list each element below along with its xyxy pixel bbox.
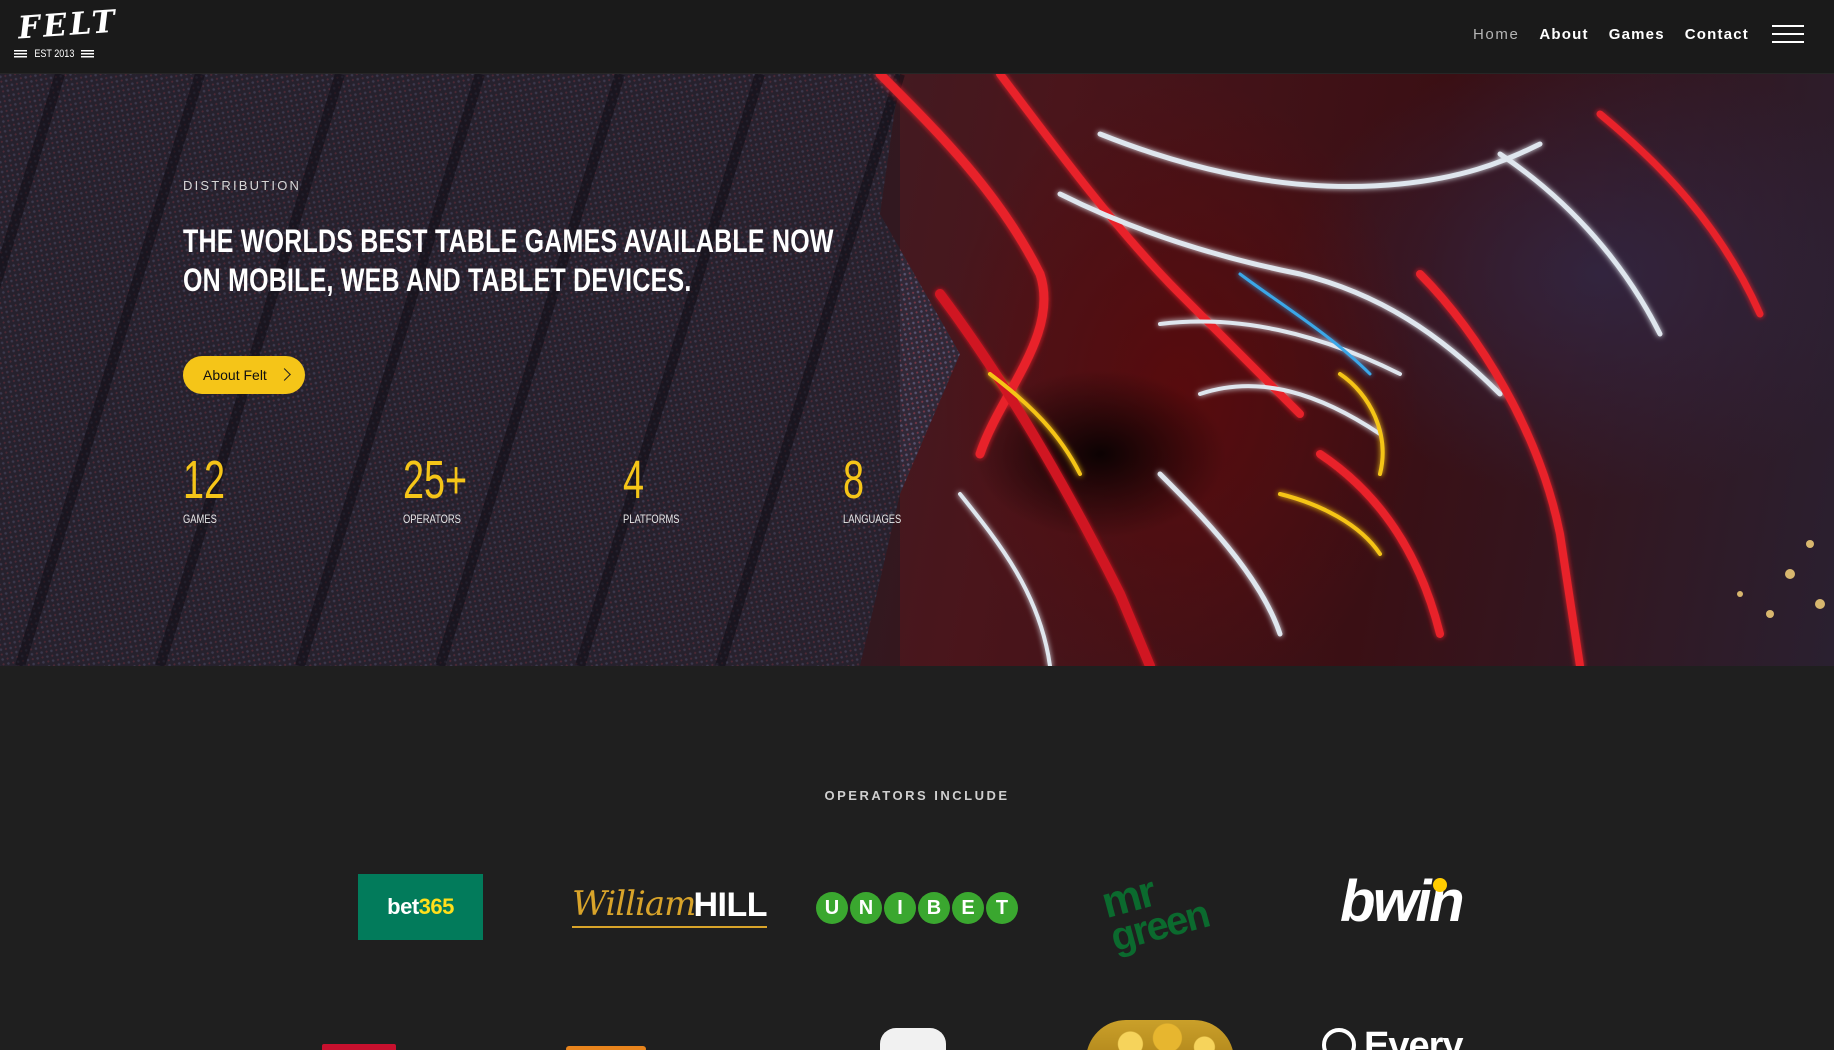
site-header: FELT EST 2013 Home About Games Contact bbox=[0, 0, 1834, 74]
chevron-right-icon bbox=[278, 368, 291, 381]
nav-about[interactable]: About bbox=[1539, 25, 1588, 45]
logo-est-line: EST 2013 bbox=[14, 47, 94, 61]
logo-wordmark: FELT bbox=[16, 3, 120, 47]
william-hill-block: HILL bbox=[693, 886, 767, 924]
felt-logo[interactable]: FELT EST 2013 bbox=[14, 3, 120, 66]
hero-headline: THE WORLDS BEST TABLE GAMES AVAILABLE NO… bbox=[183, 223, 834, 298]
every-logo-mark bbox=[1322, 1028, 1356, 1050]
hamburger-line bbox=[1772, 41, 1804, 43]
operator-logo-partial bbox=[1086, 1016, 1236, 1050]
mr-green-logo: mr green bbox=[1096, 858, 1236, 960]
bet365-text-bet: bet bbox=[387, 894, 419, 919]
logo-bars-right bbox=[81, 50, 94, 58]
unibet-letter: B bbox=[918, 892, 950, 924]
section-kicker: DISTRIBUTION bbox=[183, 178, 302, 193]
logo-est-text: EST 2013 bbox=[34, 48, 74, 60]
stat-label: GAMES bbox=[183, 512, 217, 526]
stat-operators: 25+ OPERATORS bbox=[403, 452, 583, 526]
operator-logo-partial bbox=[880, 1016, 948, 1050]
stat-value: 8 bbox=[843, 450, 865, 510]
every-logo-text: Every bbox=[1364, 1025, 1464, 1050]
operator-logo-partial bbox=[566, 1016, 652, 1050]
stat-value: 25+ bbox=[403, 450, 468, 510]
nav-home[interactable]: Home bbox=[1473, 25, 1519, 45]
william-hill-underline bbox=[572, 926, 767, 928]
stat-label: LANGUAGES bbox=[843, 512, 902, 526]
unibet-letter: N bbox=[850, 892, 882, 924]
nav-games[interactable]: Games bbox=[1609, 25, 1665, 45]
nav-contact[interactable]: Contact bbox=[1685, 25, 1749, 45]
bet365-text-365: 365 bbox=[418, 894, 455, 919]
stat-value: 4 bbox=[623, 450, 645, 510]
unibet-letter: U bbox=[816, 892, 848, 924]
stat-value: 12 bbox=[183, 450, 226, 510]
hamburger-icon[interactable] bbox=[1772, 24, 1804, 44]
stat-games: 12 GAMES bbox=[183, 452, 363, 526]
every-logo: Every bbox=[1318, 1016, 1498, 1050]
hamburger-line bbox=[1772, 33, 1804, 35]
hero-content: DISTRIBUTION THE WORLDS BEST TABLE GAMES… bbox=[183, 74, 903, 666]
bet365-logo: bet365 bbox=[358, 874, 483, 940]
unibet-logo: U N I B E T bbox=[816, 892, 1018, 926]
stat-languages: 8 LANGUAGES bbox=[843, 452, 1023, 526]
stat-label: PLATFORMS bbox=[623, 512, 680, 526]
unibet-letter: E bbox=[952, 892, 984, 924]
logo-bars-left bbox=[14, 50, 27, 58]
operator-logo-partial bbox=[322, 1016, 402, 1050]
hamburger-line bbox=[1772, 25, 1804, 27]
william-hill-logo: William HILL bbox=[572, 878, 767, 928]
hero-section: DISTRIBUTION THE WORLDS BEST TABLE GAMES… bbox=[0, 74, 1834, 666]
bwin-logo-dot bbox=[1433, 878, 1447, 892]
unibet-letter: I bbox=[884, 892, 916, 924]
about-felt-button-label: About Felt bbox=[203, 367, 267, 383]
about-felt-button[interactable]: About Felt bbox=[183, 356, 305, 394]
operators-section: OPERATORS INCLUDE bet365 William HILL U … bbox=[0, 666, 1834, 1050]
stat-platforms: 4 PLATFORMS bbox=[623, 452, 803, 526]
main-nav: Home About Games Contact bbox=[1473, 25, 1749, 45]
operators-title: OPERATORS INCLUDE bbox=[824, 788, 1010, 803]
unibet-letter: T bbox=[986, 892, 1018, 924]
william-hill-script: William bbox=[572, 884, 696, 924]
stat-label: OPERATORS bbox=[403, 512, 461, 526]
